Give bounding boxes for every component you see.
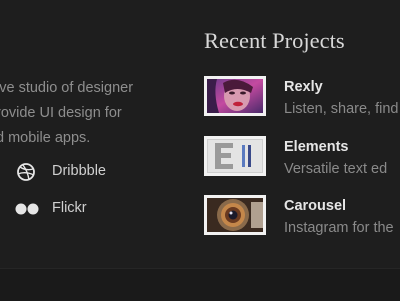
project-description: Versatile text ed: [284, 161, 388, 177]
letter-e-thumbnail[interactable]: [204, 136, 266, 176]
description-line: ive studio of designer: [0, 80, 134, 96]
project-title[interactable]: Carousel: [284, 198, 346, 214]
portrait-thumbnail[interactable]: [204, 76, 266, 116]
dribbble-icon: [14, 162, 40, 182]
flickr-icon: [14, 199, 40, 219]
project-title[interactable]: Elements: [284, 139, 348, 155]
flickr-label: Flickr: [52, 200, 87, 216]
project-item-elements[interactable]: Elements Versatile text ed: [204, 136, 400, 180]
description-line: rovide UI design for: [0, 105, 122, 121]
recent-projects-heading: Recent Projects: [204, 28, 345, 53]
project-title[interactable]: Rexly: [284, 79, 323, 95]
project-description: Listen, share, find: [284, 101, 399, 117]
project-description: Instagram for the: [284, 220, 394, 236]
project-item-carousel[interactable]: Carousel Instagram for the: [204, 195, 400, 239]
footer-band: [0, 268, 400, 301]
camera-lens-thumbnail[interactable]: [204, 195, 266, 235]
project-item-rexly[interactable]: Rexly Listen, share, find: [204, 76, 400, 120]
description-line: d mobile apps.: [0, 130, 91, 146]
dribbble-label: Dribbble: [52, 163, 106, 179]
